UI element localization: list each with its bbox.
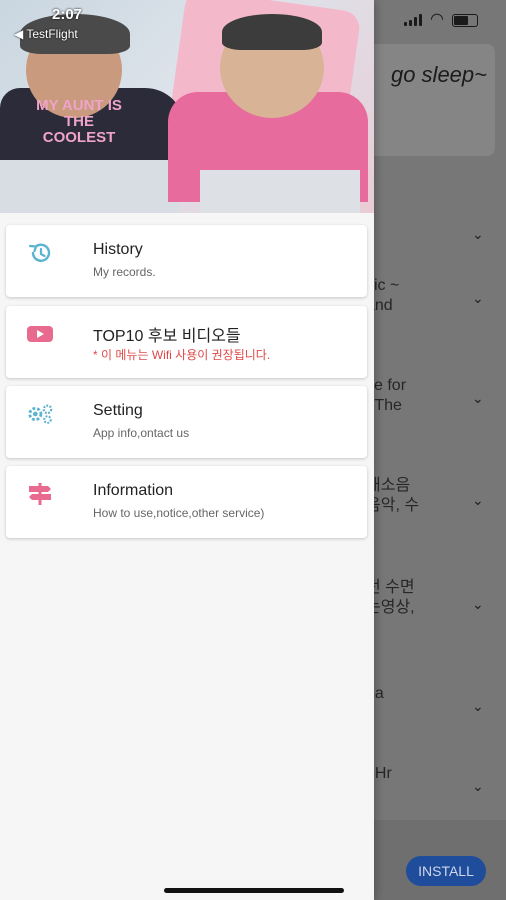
signpost-icon bbox=[26, 482, 54, 506]
menu-item-title: Information bbox=[93, 482, 174, 499]
status-indicators: ◠ bbox=[404, 12, 478, 28]
chevron-down-icon: ⌄ bbox=[472, 226, 484, 242]
background-row-text: ea bbox=[366, 685, 384, 702]
battery-icon bbox=[452, 13, 478, 27]
photo-baby-right-hair bbox=[222, 14, 322, 50]
install-button[interactable]: INSTALL bbox=[406, 856, 486, 886]
navigation-drawer: MY AUNT IS THE COOLEST 2:07 ◀ TestFlight… bbox=[0, 0, 374, 900]
menu-item-information[interactable]: Information How to use,notice,other serv… bbox=[6, 466, 367, 538]
chevron-down-icon: ⌄ bbox=[472, 778, 484, 794]
chevron-down-icon: ⌄ bbox=[472, 596, 484, 612]
chevron-down-icon: ⌄ bbox=[472, 390, 484, 406]
menu-item-subtitle: * 이 메뉴는 Wifi 사용이 권장됩니다. bbox=[93, 348, 271, 362]
status-time: 2:07 bbox=[52, 6, 83, 23]
menu-item-subtitle: My records. bbox=[93, 265, 156, 279]
chevron-down-icon: ⌄ bbox=[472, 698, 484, 714]
menu-item-title: TOP10 후보 비디오들 bbox=[93, 328, 241, 345]
menu-item-title: Setting bbox=[93, 402, 143, 419]
gears-icon bbox=[26, 402, 54, 426]
signal-icon bbox=[404, 14, 423, 26]
wifi-icon: ◠ bbox=[430, 11, 444, 28]
menu-item-setting[interactable]: Setting App info,ontact us bbox=[6, 386, 367, 458]
photo-shirt-text: MY AUNT IS THE COOLEST bbox=[36, 97, 122, 146]
home-indicator[interactable] bbox=[164, 888, 344, 893]
background-row-text: 3Hr bbox=[366, 765, 392, 782]
chevron-down-icon: ⌄ bbox=[472, 492, 484, 508]
background-row-text: sic ~ and bbox=[366, 277, 400, 314]
chevron-down-icon: ⌄ bbox=[472, 290, 484, 306]
photo-baby-right-pants bbox=[200, 170, 360, 213]
youtube-icon bbox=[26, 322, 54, 346]
background-row-text: se for | The bbox=[366, 377, 407, 414]
menu-item-top10-videos[interactable]: TOP10 후보 비디오들 * 이 메뉴는 Wifi 사용이 권장됩니다. bbox=[6, 306, 367, 378]
background-row-text: 해소음 음악, 수 bbox=[366, 477, 420, 514]
back-to-app-link[interactable]: ◀ TestFlight bbox=[14, 27, 78, 41]
menu-item-title: History bbox=[93, 241, 143, 258]
menu-item-subtitle: App info,ontact us bbox=[93, 426, 190, 440]
photo-baby-left-pants bbox=[0, 160, 180, 213]
background-row-text: 던 수면 는영상, bbox=[366, 579, 415, 616]
history-icon bbox=[26, 241, 54, 265]
menu-item-subtitle: How to use,notice,other service) bbox=[93, 506, 265, 520]
drawer-header-photo: MY AUNT IS THE COOLEST 2:07 ◀ TestFlight bbox=[0, 0, 374, 213]
menu-item-history[interactable]: History My records. bbox=[6, 225, 367, 297]
